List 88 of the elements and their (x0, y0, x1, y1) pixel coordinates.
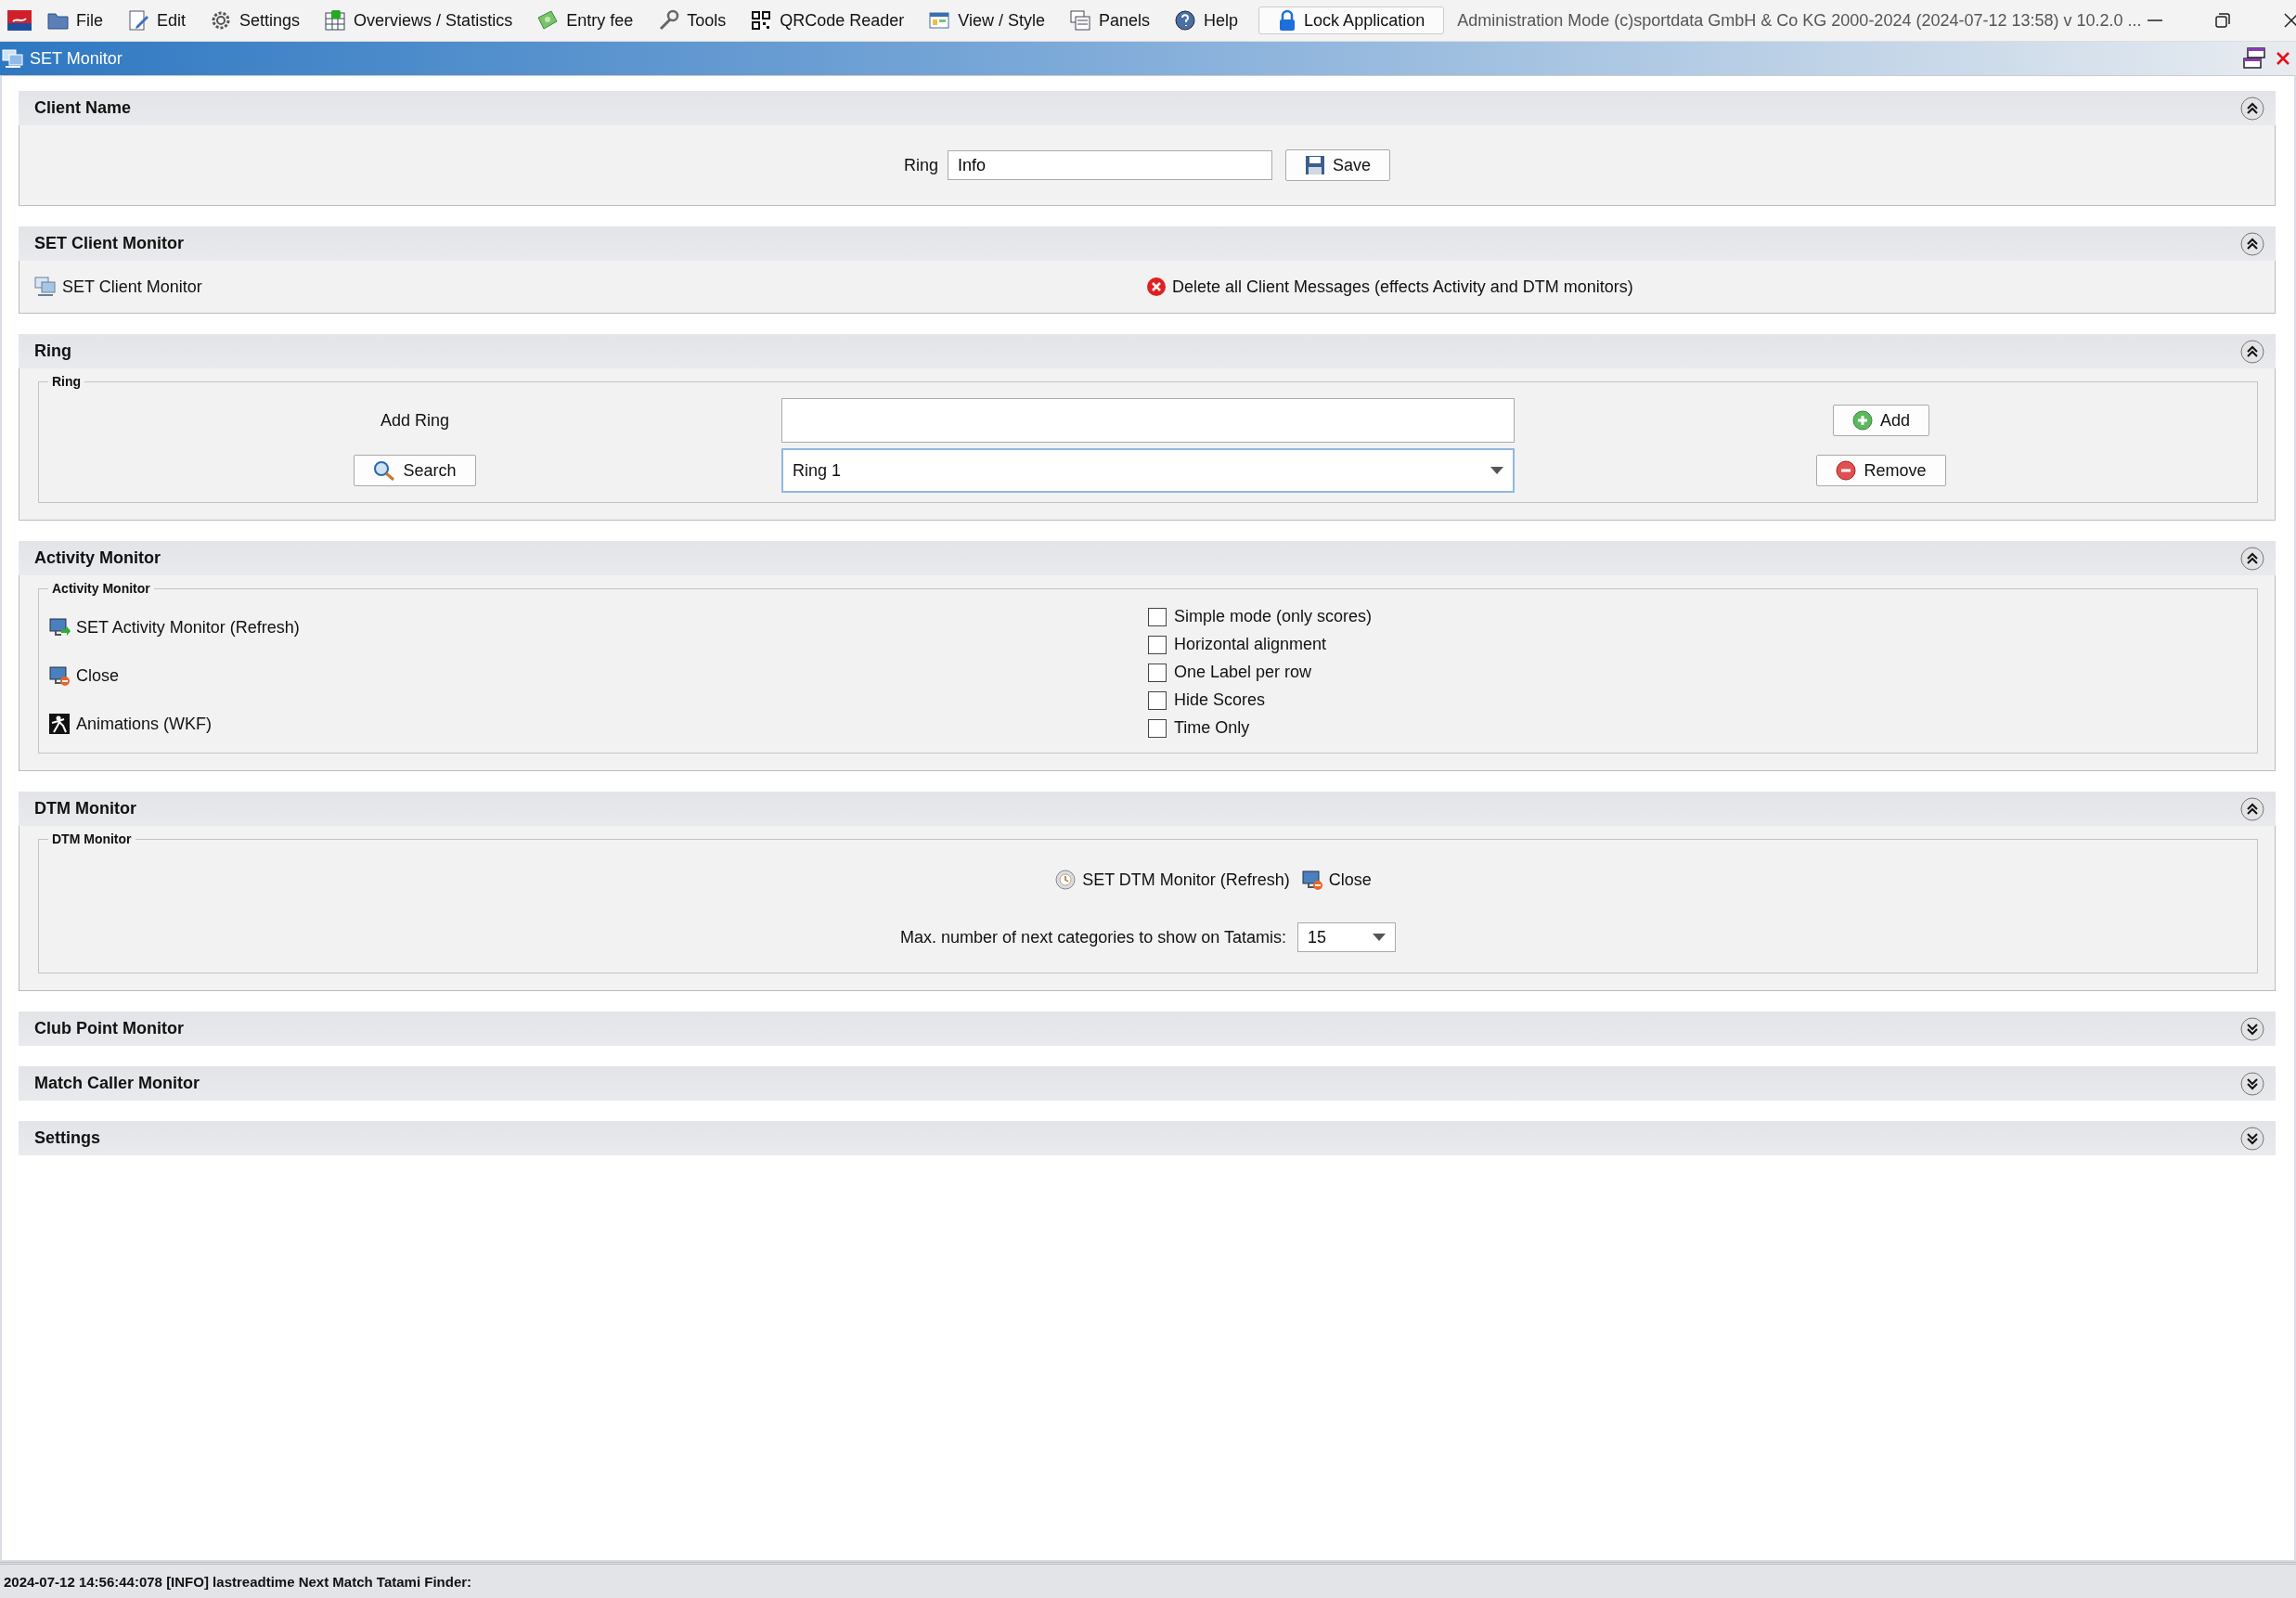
menu-item[interactable]: Settings (200, 7, 310, 33)
group-title: Ring (51, 374, 83, 389)
menu-item[interactable]: View / Style (919, 7, 1054, 33)
window-title: SET Monitor (30, 48, 123, 69)
remove-button[interactable]: Remove (1816, 455, 1946, 486)
collapse-icon[interactable] (2240, 796, 2264, 821)
menu-item[interactable]: Tools (648, 7, 736, 33)
monitors-icon (2, 48, 24, 69)
error-icon (1146, 277, 1167, 297)
section-header[interactable]: Club Point Monitor (19, 1012, 2276, 1046)
padlock-icon (1278, 9, 1297, 32)
expand-icon[interactable] (2240, 1126, 2264, 1151)
monitor-stop-icon (1300, 869, 1323, 891)
panels-icon (1069, 9, 1091, 32)
checkbox[interactable] (1148, 635, 1167, 654)
monitor-stop-icon (48, 664, 71, 687)
menu-item[interactable]: Panels (1060, 7, 1160, 33)
text-field[interactable] (781, 398, 1515, 443)
minimize-icon (2147, 19, 2162, 21)
collapse-icon[interactable] (2240, 231, 2264, 256)
qr-code-icon (750, 9, 773, 32)
option-label: Time Only (1174, 718, 1250, 738)
action-link[interactable]: Close (1300, 869, 1372, 891)
checkbox[interactable] (1148, 690, 1167, 710)
restore-icon (2213, 12, 2231, 29)
magnifier-icon (373, 460, 396, 481)
close-icon (2276, 51, 2290, 66)
pencil-document-icon (127, 9, 149, 32)
menu-item[interactable]: Help (1165, 7, 1248, 33)
section-header[interactable]: DTM Monitor (19, 792, 2276, 826)
cascade-windows-icon (2242, 47, 2266, 70)
minus-icon (1836, 460, 1857, 481)
expand-icon[interactable] (2240, 1016, 2264, 1041)
close-icon (2282, 12, 2296, 29)
number-dropdown[interactable]: 15 (1296, 922, 1396, 952)
action-link[interactable]: SET DTM Monitor (Refresh) (1054, 869, 1290, 891)
field-label: Add Ring (380, 410, 450, 431)
section-header[interactable]: Settings (19, 1121, 2276, 1155)
menu-item[interactable]: Edit (118, 7, 196, 33)
group-title: Activity Monitor (51, 581, 151, 596)
app-logo (7, 10, 32, 31)
collapse-icon[interactable] (2240, 339, 2264, 364)
menu-item[interactable]: Overviews / Statistics (315, 7, 522, 33)
ring-dropdown[interactable]: Ring 1 (781, 448, 1515, 493)
group-title: DTM Monitor (51, 831, 133, 846)
checkbox[interactable] (1148, 718, 1167, 738)
action-link[interactable]: SET Activity Monitor (Refresh) (48, 616, 1148, 638)
action-link[interactable]: Animations (WKF) (48, 713, 1148, 735)
section-header[interactable]: Match Caller Monitor (19, 1066, 2276, 1101)
delete-link[interactable]: Delete all Client Messages (effects Activity and DTM monitors) (1146, 277, 1633, 297)
option-label: Hide Scores (1174, 690, 1266, 710)
action-link[interactable]: Close (48, 664, 1148, 687)
menu-item[interactable]: File (37, 7, 112, 33)
status-text: 2024-07-12 14:56:44:078 [INFO] lastreadtime Next Match Tatami Finder: (4, 1573, 472, 1590)
text-field[interactable]: Info (948, 150, 1272, 180)
option-label: Horizontal alignment (1174, 635, 1327, 654)
window-icon (928, 9, 951, 32)
menu-item[interactable]: Entry fee (527, 7, 643, 33)
checkbox[interactable] (1148, 607, 1167, 626)
section-header[interactable]: Ring (19, 334, 2276, 368)
section-header[interactable]: Activity Monitor (19, 541, 2276, 575)
dropdown-arrow-icon (1372, 934, 1386, 941)
field-label: Max. number of next categories to show on Tatamis: (900, 927, 1286, 947)
table-check-icon (324, 9, 347, 32)
section-header[interactable]: SET Client Monitor (19, 226, 2276, 261)
option-label: One Label per row (1174, 663, 1312, 682)
option-label: Simple mode (only scores) (1174, 607, 1373, 626)
clock-icon (1054, 869, 1077, 891)
section-header[interactable]: Client Name (19, 91, 2276, 125)
menu-item[interactable]: QRCode Reader (741, 7, 914, 33)
checkbox[interactable] (1148, 663, 1167, 682)
plus-icon (1852, 410, 1873, 431)
add-button[interactable]: Add (1833, 405, 1929, 436)
figure-icon (48, 713, 71, 735)
field-label: Ring (903, 155, 938, 175)
monitors-icon (34, 276, 57, 298)
action-link[interactable]: SET Client Monitor (34, 276, 202, 298)
expand-icon[interactable] (2240, 1071, 2264, 1096)
banknote-icon (536, 9, 560, 32)
collapse-icon[interactable] (2240, 546, 2264, 571)
search-button[interactable]: Search (354, 455, 476, 486)
lock-button[interactable]: Lock Application (1258, 6, 1445, 34)
help-icon (1174, 9, 1197, 32)
dropdown-arrow-icon (1490, 467, 1503, 474)
monitor-arrow-icon (48, 616, 71, 638)
app-info: Administration Mode (c)sportdata GmbH & Co KG 2000-2024 (2024-07-12 13:58) v 10.2.0 ... (1457, 10, 2142, 31)
collapse-icon[interactable] (2240, 96, 2264, 121)
save-button[interactable]: Save (1285, 149, 1391, 181)
